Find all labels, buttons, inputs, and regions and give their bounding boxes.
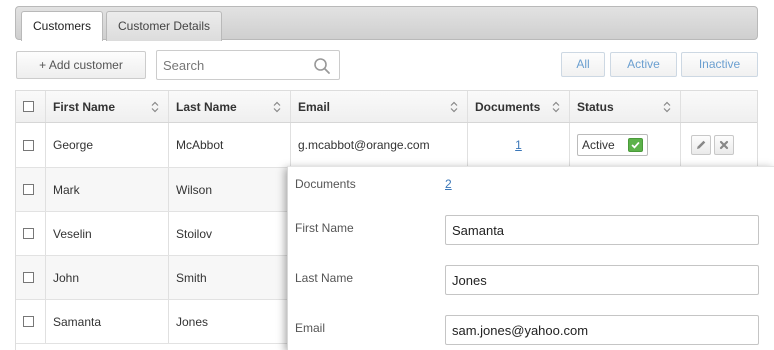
last-name-cell: Smith [169,256,291,299]
filter-all-button[interactable]: All [561,52,605,77]
status-badge: Active [577,134,648,156]
last-name-cell: Jones [169,300,291,343]
first-name-field[interactable] [445,215,759,245]
tab-customers[interactable]: Customers [21,11,104,41]
sort-icon[interactable] [663,101,671,113]
row-checkbox[interactable] [23,184,34,195]
filter-active-button[interactable]: Active [610,52,677,77]
search-input[interactable] [163,55,313,75]
tab-bar: Customers Customer Details [15,6,758,41]
documents-cell: 1 [468,123,570,167]
select-all-cell [16,91,46,122]
last-name-label: Last Name [295,271,354,285]
column-header-label: Status [577,99,614,114]
first-name-cell: George [46,123,169,167]
delete-button[interactable] [714,135,734,155]
add-customer-button[interactable]: + Add customer [16,51,146,79]
first-name-cell: Samanta [46,300,169,343]
first-name-cell: Veselin [46,212,169,255]
column-header-label: Last Name [176,99,237,114]
first-name-label: First Name [295,221,354,235]
filter-inactive-button[interactable]: Inactive [681,52,758,77]
edit-button[interactable] [691,135,711,155]
sort-icon[interactable] [273,101,281,113]
row-checkbox[interactable] [23,228,34,239]
column-header-label: Documents [475,99,541,114]
column-header-first-name[interactable]: First Name [46,91,169,122]
documents-link[interactable]: 1 [475,138,569,152]
column-header-label: Email [298,99,331,114]
row-select-cell [16,123,46,167]
last-name-field[interactable] [445,265,759,295]
last-name-cell: Stoilov [169,212,291,255]
sort-icon[interactable] [151,101,159,113]
customer-edit-popup: Documents 2 First Name Last Name Email [287,166,774,350]
row-checkbox[interactable] [23,272,34,283]
documents-link[interactable]: 2 [445,177,452,191]
row-checkbox[interactable] [23,139,34,151]
sort-icon[interactable] [450,101,458,113]
first-name-cell: John [46,256,169,299]
pencil-icon [697,140,706,149]
close-icon [719,140,729,150]
column-header-last-name[interactable]: Last Name [169,91,291,122]
select-all-checkbox[interactable] [23,101,34,112]
row-select-cell [16,212,46,255]
column-header-actions [681,91,757,122]
row-select-cell [16,300,46,343]
sort-icon[interactable] [552,101,560,113]
actions-cell [681,123,757,167]
status-cell: Active [570,123,681,167]
email-cell: g.mcabbot@orange.com [291,123,468,167]
row-select-cell [16,256,46,299]
table-row[interactable]: George McAbbot g.mcabbot@orange.com 1 Ac… [16,123,757,168]
grid-header: First Name Last Name Email Documents Sta… [16,91,757,123]
row-select-cell [16,168,46,211]
column-header-email[interactable]: Email [291,91,468,122]
column-header-label: First Name [53,99,116,114]
last-name-cell: Wilson [169,168,291,211]
search-box [156,50,340,80]
column-header-status[interactable]: Status [570,91,681,122]
email-label: Email [295,321,326,335]
checkmark-icon [628,138,643,152]
column-header-documents[interactable]: Documents [468,91,570,122]
email-field[interactable] [445,315,759,345]
search-icon[interactable] [313,57,331,75]
tab-customer-details[interactable]: Customer Details [106,11,223,41]
row-checkbox[interactable] [23,316,34,327]
documents-label: Documents [295,177,356,191]
last-name-cell: McAbbot [169,123,291,167]
first-name-cell: Mark [46,168,169,211]
status-text: Active [582,138,615,152]
